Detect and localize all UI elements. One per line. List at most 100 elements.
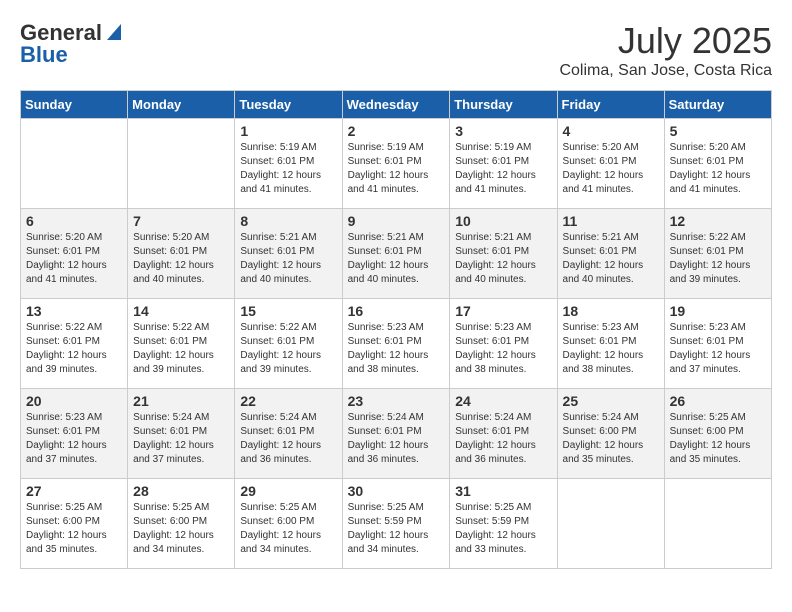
calendar-cell: 24 Sunrise: 5:24 AMSunset: 6:01 PMDayligh… <box>450 389 557 479</box>
calendar-cell: 20 Sunrise: 5:23 AMSunset: 6:01 PMDayligh… <box>21 389 128 479</box>
day-info: Sunrise: 5:25 AMSunset: 6:00 PMDaylight:… <box>670 411 766 467</box>
day-number: 8 <box>240 213 336 229</box>
logo-icon <box>103 22 125 44</box>
day-info: Sunrise: 5:25 AMSunset: 5:59 PMDaylight:… <box>348 501 445 557</box>
day-info: Sunrise: 5:25 AMSunset: 6:00 PMDaylight:… <box>133 501 229 557</box>
calendar-cell: 14Sunrise: 5:22 AMSunset: 6:01 PMDayligh… <box>128 299 235 389</box>
calendar-cell: 19 Sunrise: 5:23 AMSunset: 6:01 PMDayligh… <box>664 299 771 389</box>
calendar-cell: 15 Sunrise: 5:22 AMSunset: 6:01 PMDayligh… <box>235 299 342 389</box>
day-info: Sunrise: 5:25 AMSunset: 5:59 PMDaylight:… <box>455 501 551 557</box>
calendar-cell: 29 Sunrise: 5:25 AMSunset: 6:00 PMDayligh… <box>235 479 342 569</box>
day-info: Sunrise: 5:24 AMSunset: 6:01 PMDaylight:… <box>348 411 445 467</box>
logo: General Blue <box>20 20 125 68</box>
day-info: Sunrise: 5:21 AMSunset: 6:01 PMDaylight:… <box>240 231 336 287</box>
header-day-thursday: Thursday <box>450 91 557 119</box>
day-info: Sunrise: 5:25 AMSunset: 6:00 PMDaylight:… <box>240 501 336 557</box>
day-number: 4 <box>563 123 659 139</box>
calendar-cell: 31 Sunrise: 5:25 AMSunset: 5:59 PMDayligh… <box>450 479 557 569</box>
day-number: 15 <box>240 303 336 319</box>
calendar-cell: 28 Sunrise: 5:25 AMSunset: 6:00 PMDayligh… <box>128 479 235 569</box>
day-number: 3 <box>455 123 551 139</box>
day-number: 20 <box>26 393 122 409</box>
day-number: 6 <box>26 213 122 229</box>
day-number: 22 <box>240 393 336 409</box>
month-title: July 2025 <box>559 20 772 62</box>
day-number: 19 <box>670 303 766 319</box>
day-info: Sunrise: 5:19 AMSunset: 6:01 PMDaylight:… <box>240 141 336 197</box>
day-info: Sunrise: 5:23 AMSunset: 6:01 PMDaylight:… <box>348 321 445 377</box>
day-info: Sunrise: 5:23 AMSunset: 6:01 PMDaylight:… <box>26 411 122 467</box>
day-info: Sunrise: 5:19 AMSunset: 6:01 PMDaylight:… <box>455 141 551 197</box>
day-info: Sunrise: 5:20 AMSunset: 6:01 PMDaylight:… <box>133 231 229 287</box>
header-day-monday: Monday <box>128 91 235 119</box>
day-info: Sunrise: 5:22 AMSunset: 6:01 PMDaylight:… <box>26 321 122 377</box>
week-row-5: 27 Sunrise: 5:25 AMSunset: 6:00 PMDayligh… <box>21 479 772 569</box>
day-number: 25 <box>563 393 659 409</box>
calendar-cell: 8 Sunrise: 5:21 AMSunset: 6:01 PMDaylight… <box>235 209 342 299</box>
day-number: 17 <box>455 303 551 319</box>
day-info: Sunrise: 5:19 AMSunset: 6:01 PMDaylight:… <box>348 141 445 197</box>
calendar-cell: 5 Sunrise: 5:20 AMSunset: 6:01 PMDaylight… <box>664 119 771 209</box>
calendar-cell: 30Sunrise: 5:25 AMSunset: 5:59 PMDayligh… <box>342 479 450 569</box>
day-info: Sunrise: 5:21 AMSunset: 6:01 PMDaylight:… <box>455 231 551 287</box>
calendar-cell <box>21 119 128 209</box>
calendar-cell: 9Sunrise: 5:21 AMSunset: 6:01 PMDaylight… <box>342 209 450 299</box>
day-info: Sunrise: 5:24 AMSunset: 6:01 PMDaylight:… <box>133 411 229 467</box>
day-number: 14 <box>133 303 229 319</box>
calendar-cell: 1 Sunrise: 5:19 AMSunset: 6:01 PMDaylight… <box>235 119 342 209</box>
calendar-cell: 6Sunrise: 5:20 AMSunset: 6:01 PMDaylight… <box>21 209 128 299</box>
day-info: Sunrise: 5:21 AMSunset: 6:01 PMDaylight:… <box>563 231 659 287</box>
calendar-cell: 13Sunrise: 5:22 AMSunset: 6:01 PMDayligh… <box>21 299 128 389</box>
logo-blue-text: Blue <box>20 42 68 68</box>
header-day-saturday: Saturday <box>664 91 771 119</box>
week-row-2: 6 Sunrise: 5:20 AMSunset: 6:01 PMDaylight… <box>21 209 772 299</box>
day-number: 16 <box>348 303 445 319</box>
calendar-cell: 23 Sunrise: 5:24 AMSunset: 6:01 PMDayligh… <box>342 389 450 479</box>
week-row-1: 1 Sunrise: 5:19 AMSunset: 6:01 PMDaylight… <box>21 119 772 209</box>
day-number: 26 <box>670 393 766 409</box>
day-info: Sunrise: 5:24 AMSunset: 6:00 PMDaylight:… <box>563 411 659 467</box>
calendar-cell: 18Sunrise: 5:23 AMSunset: 6:01 PMDayligh… <box>557 299 664 389</box>
week-row-4: 20 Sunrise: 5:23 AMSunset: 6:01 PMDayligh… <box>21 389 772 479</box>
day-number: 2 <box>348 123 445 139</box>
calendar-cell: 12Sunrise: 5:22 AMSunset: 6:01 PMDayligh… <box>664 209 771 299</box>
header-day-wednesday: Wednesday <box>342 91 450 119</box>
day-info: Sunrise: 5:20 AMSunset: 6:01 PMDaylight:… <box>563 141 659 197</box>
day-number: 5 <box>670 123 766 139</box>
day-info: Sunrise: 5:20 AMSunset: 6:01 PMDaylight:… <box>670 141 766 197</box>
calendar-cell: 10Sunrise: 5:21 AMSunset: 6:01 PMDayligh… <box>450 209 557 299</box>
calendar-cell: 11Sunrise: 5:21 AMSunset: 6:01 PMDayligh… <box>557 209 664 299</box>
page-header: General Blue July 2025 Colima, San Jose,… <box>20 20 772 80</box>
calendar-cell: 27Sunrise: 5:25 AMSunset: 6:00 PMDayligh… <box>21 479 128 569</box>
header-day-sunday: Sunday <box>21 91 128 119</box>
day-number: 27 <box>26 483 122 499</box>
day-info: Sunrise: 5:21 AMSunset: 6:01 PMDaylight:… <box>348 231 445 287</box>
calendar-cell: 22Sunrise: 5:24 AMSunset: 6:01 PMDayligh… <box>235 389 342 479</box>
day-number: 28 <box>133 483 229 499</box>
title-area: July 2025 Colima, San Jose, Costa Rica <box>559 20 772 80</box>
calendar-cell: 26 Sunrise: 5:25 AMSunset: 6:00 PMDayligh… <box>664 389 771 479</box>
day-number: 31 <box>455 483 551 499</box>
calendar-cell: 17 Sunrise: 5:23 AMSunset: 6:01 PMDayligh… <box>450 299 557 389</box>
calendar-cell: 7 Sunrise: 5:20 AMSunset: 6:01 PMDaylight… <box>128 209 235 299</box>
day-number: 24 <box>455 393 551 409</box>
day-info: Sunrise: 5:23 AMSunset: 6:01 PMDaylight:… <box>563 321 659 377</box>
day-number: 7 <box>133 213 229 229</box>
day-number: 21 <box>133 393 229 409</box>
day-info: Sunrise: 5:22 AMSunset: 6:01 PMDaylight:… <box>240 321 336 377</box>
day-info: Sunrise: 5:23 AMSunset: 6:01 PMDaylight:… <box>455 321 551 377</box>
header-row: SundayMondayTuesdayWednesdayThursdayFrid… <box>21 91 772 119</box>
calendar-cell <box>128 119 235 209</box>
day-number: 29 <box>240 483 336 499</box>
day-info: Sunrise: 5:23 AMSunset: 6:01 PMDaylight:… <box>670 321 766 377</box>
header-day-tuesday: Tuesday <box>235 91 342 119</box>
calendar-cell: 4 Sunrise: 5:20 AMSunset: 6:01 PMDaylight… <box>557 119 664 209</box>
day-info: Sunrise: 5:24 AMSunset: 6:01 PMDaylight:… <box>455 411 551 467</box>
location-title: Colima, San Jose, Costa Rica <box>559 62 772 80</box>
calendar-table: SundayMondayTuesdayWednesdayThursdayFrid… <box>20 90 772 569</box>
day-number: 23 <box>348 393 445 409</box>
calendar-cell <box>557 479 664 569</box>
calendar-cell: 16 Sunrise: 5:23 AMSunset: 6:01 PMDayligh… <box>342 299 450 389</box>
day-number: 1 <box>240 123 336 139</box>
calendar-cell: 21 Sunrise: 5:24 AMSunset: 6:01 PMDayligh… <box>128 389 235 479</box>
